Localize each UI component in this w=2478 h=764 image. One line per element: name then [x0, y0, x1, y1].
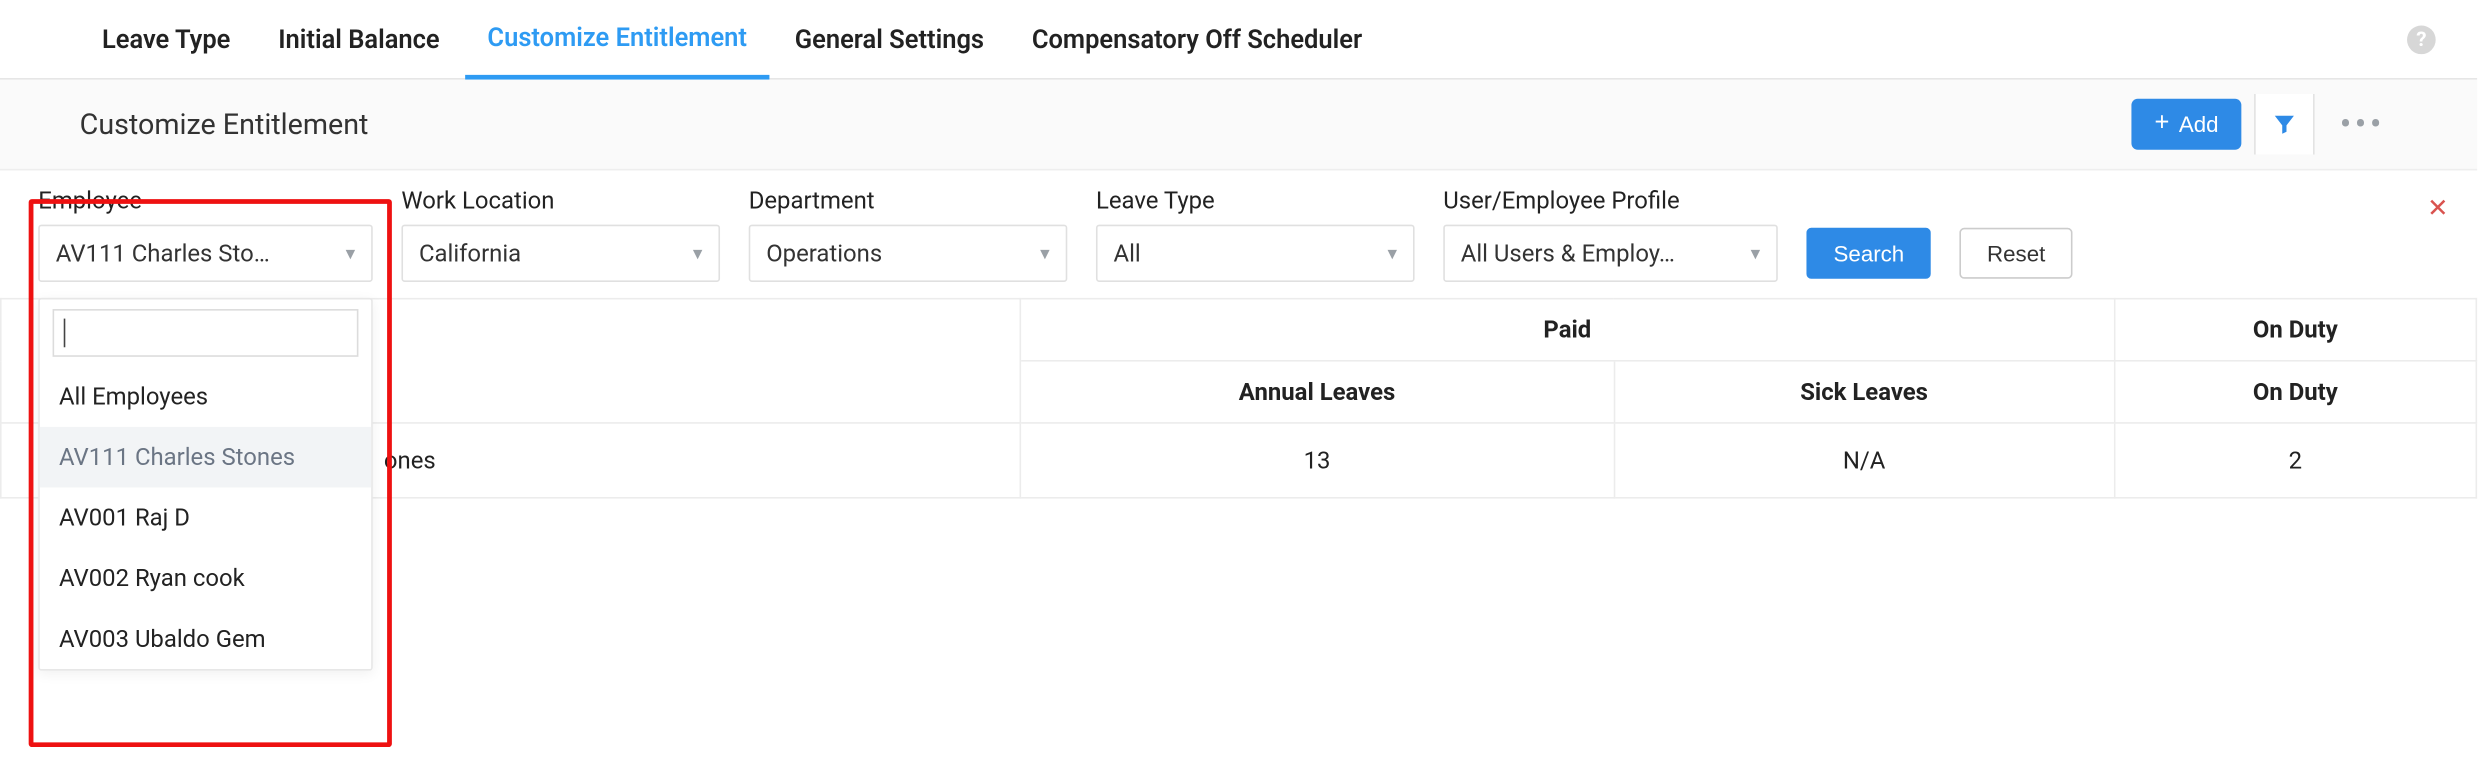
cell-value: 2: [2289, 446, 2302, 475]
department-select[interactable]: Operations ▾: [749, 225, 1068, 282]
cell-value: 13: [1304, 446, 1331, 475]
add-label: Add: [2179, 112, 2219, 137]
tab-label: General Settings: [795, 24, 984, 54]
profile-filter: User/Employee Profile All Users & Employ…: [1443, 186, 1778, 282]
page-header: Customize Entitlement + Add •••: [0, 80, 2477, 171]
employee-option[interactable]: All Employees: [40, 366, 371, 427]
tab-label: Initial Balance: [278, 24, 439, 54]
leave-settings-tabs: Leave Type Initial Balance Customize Ent…: [0, 0, 2477, 80]
profile-value: All Users & Employ…: [1461, 239, 1738, 268]
col-group-onduty: On Duty: [2114, 299, 2476, 361]
work-location-label: Work Location: [401, 186, 720, 215]
option-label: All Employees: [59, 382, 208, 411]
tab-customize-entitlement[interactable]: Customize Entitlement: [465, 0, 769, 79]
cell-onduty: 2: [2114, 423, 2476, 498]
add-button[interactable]: + Add: [2132, 99, 2241, 150]
tab-initial-balance[interactable]: Initial Balance: [256, 0, 462, 79]
page-title: Customize Entitlement: [80, 108, 369, 141]
employee-option[interactable]: AV003 Ubaldo Gem: [40, 609, 371, 670]
col-label: On Duty: [2253, 378, 2338, 407]
col-sick: Sick Leaves: [1614, 361, 2115, 423]
filter-icon: [2271, 112, 2296, 137]
reset-button[interactable]: Reset: [1960, 228, 2072, 279]
leave-type-filter: Leave Type All ▾: [1096, 186, 1415, 282]
work-location-value: California: [419, 239, 680, 268]
chevron-down-icon: ▾: [346, 242, 356, 264]
chevron-down-icon: ▾: [693, 242, 703, 264]
option-label: AV003 Ubaldo Gem: [59, 624, 266, 653]
cell-value: N/A: [1843, 446, 1886, 475]
group-label: On Duty: [2253, 315, 2338, 344]
cell-sick: N/A: [1614, 423, 2115, 498]
employee-filter: Employee AV111 Charles Sto… ▾ All Employ…: [38, 186, 373, 282]
employee-option[interactable]: AV111 Charles Stones: [40, 427, 371, 488]
option-label: AV002 Ryan cook: [59, 564, 245, 593]
employee-option[interactable]: AV002 Ryan cook: [40, 548, 371, 609]
work-location-filter: Work Location California ▾: [401, 186, 720, 282]
tab-leave-type[interactable]: Leave Type: [80, 0, 253, 79]
department-value: Operations: [766, 239, 1027, 268]
employee-select[interactable]: AV111 Charles Sto… ▾: [38, 225, 373, 282]
tab-compensatory-off[interactable]: Compensatory Off Scheduler: [1010, 0, 1385, 79]
text-caret: [64, 319, 66, 348]
tab-label: Customize Entitlement: [487, 22, 747, 52]
department-label: Department: [749, 186, 1068, 215]
close-filter-icon[interactable]: ✕: [2427, 193, 2448, 223]
employee-value: AV111 Charles Sto…: [56, 239, 333, 268]
leave-type-label: Leave Type: [1096, 186, 1415, 215]
leave-type-select[interactable]: All ▾: [1096, 225, 1415, 282]
option-label: AV111 Charles Stones: [59, 443, 295, 472]
employee-label: Employee: [38, 186, 373, 215]
group-label: Paid: [1543, 315, 1591, 344]
option-label: AV001 Raj D: [59, 503, 190, 532]
chevron-down-icon: ▾: [1751, 242, 1761, 264]
tab-label: Compensatory Off Scheduler: [1032, 24, 1362, 54]
chevron-down-icon: ▾: [1040, 242, 1050, 264]
employee-option[interactable]: AV001 Raj D: [40, 487, 371, 548]
more-menu[interactable]: •••: [2327, 104, 2398, 144]
col-group-paid: Paid: [1020, 299, 2114, 361]
leave-type-value: All: [1114, 239, 1375, 268]
search-label: Search: [1834, 241, 1905, 266]
col-annual: Annual Leaves: [1020, 361, 1613, 423]
col-onduty: On Duty: [2114, 361, 2476, 423]
tab-label: Leave Type: [102, 24, 230, 54]
work-location-select[interactable]: California ▾: [401, 225, 720, 282]
employee-search-input[interactable]: [53, 309, 359, 357]
filter-bar: ✕ Employee AV111 Charles Sto… ▾ All Empl…: [0, 170, 2477, 297]
filter-toggle[interactable]: [2254, 94, 2315, 155]
profile-select[interactable]: All Users & Employ… ▾: [1443, 225, 1778, 282]
col-label: Sick Leaves: [1800, 378, 1928, 407]
profile-label: User/Employee Profile: [1443, 186, 1778, 215]
header-actions: + Add •••: [2132, 94, 2397, 155]
search-button[interactable]: Search: [1806, 228, 1931, 279]
plus-icon: +: [2154, 112, 2169, 137]
department-filter: Department Operations ▾: [749, 186, 1068, 282]
help-icon[interactable]: ?: [2407, 25, 2436, 54]
employee-dropdown: All Employees AV111 Charles Stones AV001…: [38, 298, 373, 671]
col-label: Annual Leaves: [1239, 378, 1395, 407]
cell-annual: 13: [1020, 423, 1613, 498]
chevron-down-icon: ▾: [1387, 242, 1397, 264]
reset-label: Reset: [1987, 241, 2045, 266]
tab-general-settings[interactable]: General Settings: [772, 0, 1006, 79]
